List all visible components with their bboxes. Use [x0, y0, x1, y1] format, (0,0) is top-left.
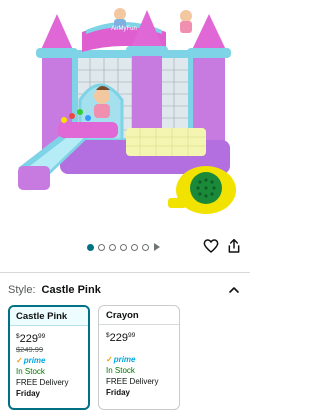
section-divider	[0, 272, 250, 273]
option-name: Crayon	[99, 306, 179, 325]
carousel-dot-2[interactable]	[98, 243, 105, 251]
style-value: Castle Pink	[41, 284, 101, 296]
stock-status: In Stock	[16, 367, 45, 376]
list-price: $249.99	[16, 345, 44, 354]
style-option-crayon[interactable]: Crayon $ 229 99 ✓ prime In Stock FREE De…	[98, 305, 180, 410]
delivery-day: Friday	[106, 388, 131, 397]
delivery-text: FREE Delivery	[106, 377, 159, 386]
image-carousel-indicators[interactable]	[87, 243, 160, 251]
delivery-text: FREE Delivery	[16, 378, 69, 387]
style-option-castle-pink[interactable]: Castle Pink $ 229 99 $249.99 ✓ prime In …	[8, 305, 90, 410]
chevron-up-icon[interactable]	[228, 284, 240, 296]
carousel-dot-4[interactable]	[120, 243, 127, 251]
video-play-icon[interactable]	[154, 243, 160, 251]
option-price: $ 229 99	[16, 333, 46, 345]
option-name: Castle Pink	[10, 307, 88, 326]
brand-banner: AirMyFun	[111, 26, 137, 32]
product-image[interactable]: AirMyFun	[0, 0, 250, 232]
heart-icon[interactable]	[203, 238, 219, 254]
delivery-day: Friday	[16, 389, 41, 398]
option-price: $ 229 99	[106, 332, 136, 344]
bounce-house-illustration: AirMyFun	[18, 8, 236, 214]
style-selector[interactable]: Style: Castle Pink	[8, 283, 240, 297]
share-icon[interactable]	[226, 238, 242, 254]
carousel-dot-3[interactable]	[109, 243, 116, 251]
carousel-dot-5[interactable]	[131, 243, 138, 251]
prime-badge: ✓ prime	[106, 355, 136, 364]
prime-check-icon: ✓	[16, 356, 23, 365]
carousel-dot-6[interactable]	[142, 243, 149, 251]
prime-badge: ✓ prime	[16, 356, 46, 365]
style-label: Style:	[8, 284, 36, 296]
stock-status: In Stock	[106, 366, 135, 375]
carousel-dot-1[interactable]	[87, 243, 94, 251]
prime-check-icon: ✓	[106, 355, 113, 364]
